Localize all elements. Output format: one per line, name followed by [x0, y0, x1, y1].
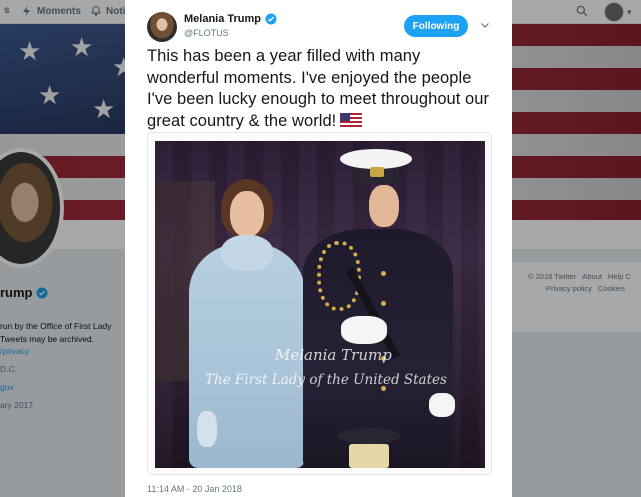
- us-flag-icon: [340, 112, 363, 128]
- photo-woman-face: [230, 191, 264, 237]
- tweet-timestamp[interactable]: 11:14 AM - 20 Jan 2018: [147, 484, 242, 494]
- following-button[interactable]: Following: [404, 15, 468, 37]
- photo-caption-line1: Melania Trump: [275, 346, 392, 364]
- photo-officer-glove: [341, 316, 387, 344]
- author-name[interactable]: Melania Trump: [184, 13, 277, 25]
- photo-second-cap: [337, 428, 401, 444]
- photo-officer-button: [381, 301, 386, 306]
- chevron-down-icon[interactable]: [479, 19, 491, 31]
- photo-officer-cap-top: [340, 149, 412, 169]
- tweet-modal: Melania Trump @FLOTUS Following This has…: [125, 0, 512, 497]
- photo-officer-cap-badge: [370, 167, 384, 177]
- tweet-photo[interactable]: Melania Trump The First Lady of the Unit…: [147, 132, 492, 475]
- photo-officer-glove: [429, 393, 455, 417]
- author-handle[interactable]: @FLOTUS: [184, 28, 229, 38]
- tweet-text: This has been a year filled with many wo…: [147, 46, 492, 132]
- photo-officer-button: [381, 271, 386, 276]
- photo-woman-collar: [221, 235, 273, 271]
- photo-image: Melania Trump The First Lady of the Unit…: [155, 141, 485, 468]
- author-avatar[interactable]: [147, 12, 177, 42]
- photo-second-cap-band: [349, 444, 389, 468]
- verified-icon: [265, 13, 277, 25]
- photo-caption-line2: The First Lady of the United States: [205, 372, 447, 388]
- author-name-text: Melania Trump: [184, 13, 262, 25]
- tweet-text-body: This has been a year filled with many wo…: [147, 47, 490, 130]
- photo-woman-glove: [197, 411, 217, 447]
- photo-officer-face: [369, 185, 399, 227]
